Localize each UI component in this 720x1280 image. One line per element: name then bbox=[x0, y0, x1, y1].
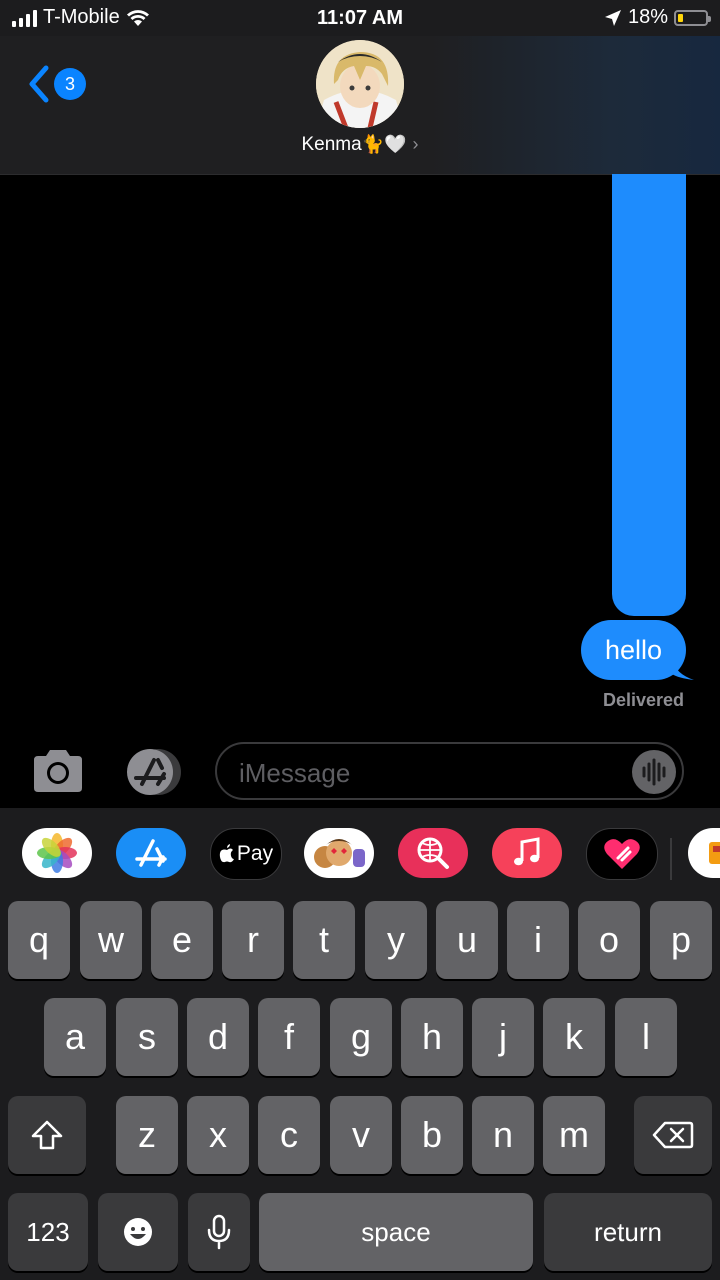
strip-divider bbox=[670, 838, 672, 882]
message-text: hello bbox=[605, 634, 663, 665]
contact-name: Kenma bbox=[301, 134, 362, 155]
key-n[interactable]: n bbox=[472, 1096, 534, 1174]
digital-touch-button[interactable] bbox=[586, 828, 658, 880]
memoji-icon bbox=[314, 839, 365, 868]
globe-search-icon bbox=[417, 837, 449, 869]
conversation-header: 3 Kenma🐈🤍 › bbox=[0, 36, 720, 175]
key-f[interactable]: f bbox=[258, 998, 320, 1076]
key-p[interactable]: p bbox=[650, 901, 712, 979]
shift-arrow-icon bbox=[31, 1120, 63, 1150]
contact-emoji: 🐈🤍 bbox=[361, 134, 407, 154]
space-key[interactable]: space bbox=[259, 1193, 533, 1271]
audio-message-button[interactable] bbox=[632, 750, 676, 794]
contact-name-button[interactable]: Kenma🐈🤍 › bbox=[0, 134, 720, 156]
key-i[interactable]: i bbox=[507, 901, 569, 979]
key-g[interactable]: g bbox=[330, 998, 392, 1076]
photos-app-button[interactable] bbox=[22, 828, 92, 878]
backspace-icon bbox=[652, 1121, 694, 1149]
battery-icon bbox=[674, 9, 711, 26]
key-y[interactable]: y bbox=[365, 901, 427, 979]
key-o[interactable]: o bbox=[578, 901, 640, 979]
music-note-icon bbox=[514, 837, 540, 866]
key-v[interactable]: v bbox=[330, 1096, 392, 1174]
key-m[interactable]: m bbox=[543, 1096, 605, 1174]
key-e[interactable]: e bbox=[151, 901, 213, 979]
battery-percent: 18% bbox=[627, 6, 668, 28]
app-store-a-icon bbox=[135, 839, 167, 867]
memoji-stickers-button[interactable] bbox=[304, 828, 374, 878]
shift-key[interactable] bbox=[8, 1096, 86, 1174]
return-key[interactable]: return bbox=[544, 1193, 712, 1271]
back-button[interactable]: 3 bbox=[26, 64, 86, 104]
key-q[interactable]: q bbox=[8, 901, 70, 979]
more-app-button[interactable] bbox=[688, 828, 720, 878]
photos-icon bbox=[37, 833, 77, 873]
key-s[interactable]: s bbox=[116, 998, 178, 1076]
key-r[interactable]: r bbox=[222, 901, 284, 979]
key-a[interactable]: a bbox=[44, 998, 106, 1076]
dictation-key[interactable] bbox=[188, 1193, 250, 1271]
microphone-icon bbox=[207, 1214, 231, 1250]
emoji-key[interactable] bbox=[98, 1193, 178, 1271]
battery-level bbox=[678, 13, 683, 22]
images-search-button[interactable] bbox=[398, 828, 468, 878]
status-right: 18% bbox=[604, 6, 711, 29]
key-x[interactable]: x bbox=[187, 1096, 249, 1174]
contact-avatar-illustration bbox=[316, 40, 404, 128]
numbers-key[interactable]: 123 bbox=[8, 1193, 88, 1271]
emoji-icon bbox=[124, 1218, 152, 1246]
key-u[interactable]: u bbox=[436, 901, 498, 979]
bubble-tail bbox=[672, 660, 694, 680]
chevron-left-icon bbox=[29, 65, 49, 103]
location-icon bbox=[604, 9, 621, 26]
app-store-button[interactable] bbox=[122, 748, 184, 796]
camera-button[interactable] bbox=[30, 748, 86, 794]
key-b[interactable]: b bbox=[401, 1096, 463, 1174]
chevron-right-icon: › bbox=[412, 134, 419, 154]
partial-app-icon bbox=[709, 842, 720, 864]
app-store-app-button[interactable] bbox=[116, 828, 186, 878]
app-store-icon bbox=[127, 749, 181, 795]
key-l[interactable]: l bbox=[615, 998, 677, 1076]
key-c[interactable]: c bbox=[258, 1096, 320, 1174]
music-app-button[interactable] bbox=[492, 828, 562, 878]
sent-message-bubble[interactable]: hello bbox=[581, 620, 687, 680]
unread-badge: 3 bbox=[54, 68, 86, 100]
camera-icon bbox=[34, 750, 82, 792]
waveform-icon bbox=[642, 758, 666, 786]
key-j[interactable]: j bbox=[472, 998, 534, 1076]
keyboard: q w e r t y u i o p a s d f g h j k l z … bbox=[0, 880, 720, 1280]
key-d[interactable]: d bbox=[187, 998, 249, 1076]
apple-logo-icon bbox=[219, 844, 234, 863]
avatar[interactable] bbox=[316, 40, 404, 128]
key-h[interactable]: h bbox=[401, 998, 463, 1076]
key-w[interactable]: w bbox=[80, 901, 142, 979]
delivery-status: Delivered bbox=[602, 690, 684, 710]
apple-pay-button[interactable]: Pay bbox=[210, 828, 282, 880]
message-input[interactable] bbox=[237, 753, 621, 793]
sent-message-bubble-partial[interactable] bbox=[612, 174, 686, 616]
message-input-container[interactable] bbox=[215, 742, 684, 800]
heart-touch-icon bbox=[604, 839, 640, 869]
key-k[interactable]: k bbox=[543, 998, 605, 1076]
status-bar: T-Mobile 11:07 AM 18% bbox=[0, 0, 720, 36]
key-t[interactable]: t bbox=[293, 901, 355, 979]
apple-pay-label: Pay bbox=[236, 842, 274, 865]
key-z[interactable]: z bbox=[116, 1096, 178, 1174]
delete-key[interactable] bbox=[634, 1096, 712, 1174]
